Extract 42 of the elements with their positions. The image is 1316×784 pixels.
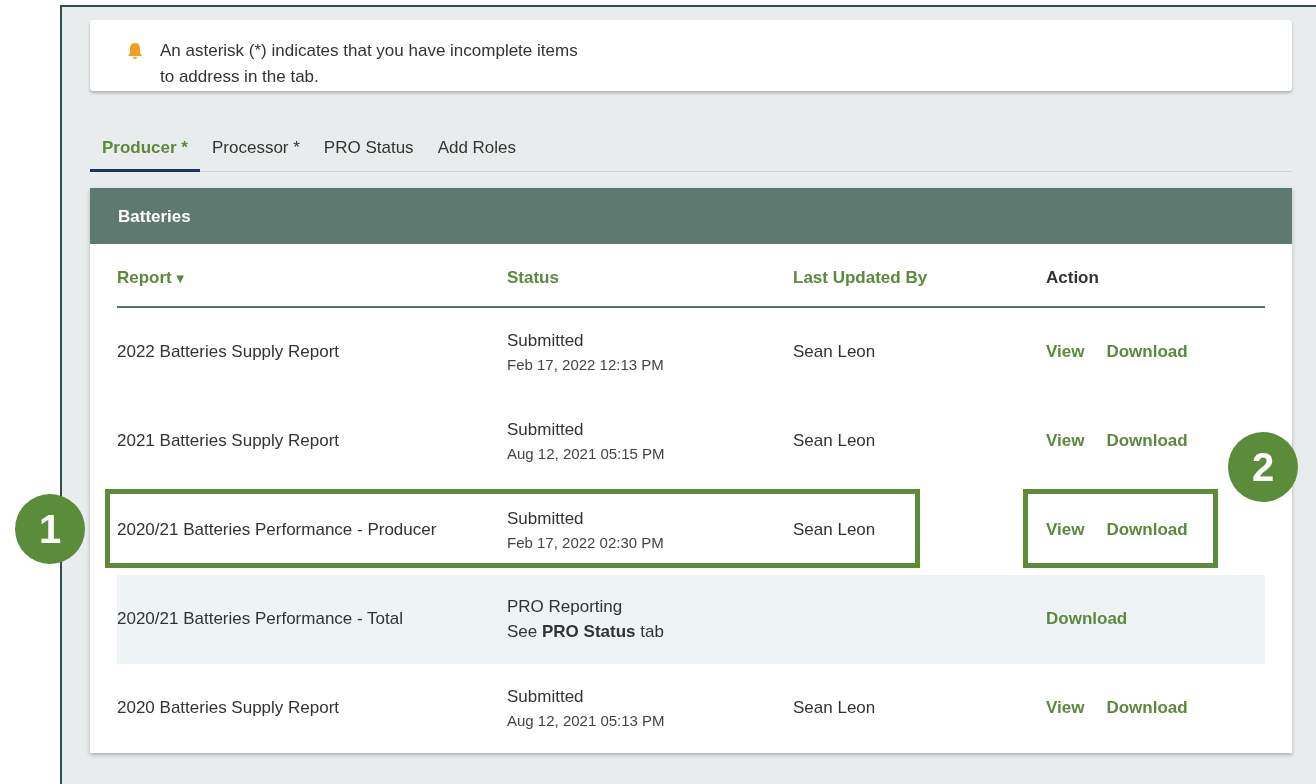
sort-arrow[interactable]: ▼ [173, 270, 187, 286]
status-text: Submitted [507, 330, 585, 352]
status-date: Aug 12, 2021 05:13 PM [507, 710, 666, 731]
status-text: Submitted [507, 508, 585, 530]
column-label: Action [1046, 267, 1099, 287]
column-header[interactable]: Status [507, 267, 559, 287]
action-link[interactable]: View [1046, 695, 1085, 721]
table-cell-text: Sean Leon [793, 519, 877, 542]
status-text: PRO Reporting [507, 595, 624, 618]
status-text: Submitted [507, 419, 585, 441]
action-link[interactable]: Download [1106, 428, 1188, 454]
table-cell-text: Sean Leon [793, 430, 877, 453]
action-link[interactable]: Download [1046, 606, 1128, 632]
callout-badge: 1 [15, 493, 85, 564]
notice-text: An asterisk (*) indicates that you have incomplete items to address in the tab. [160, 40, 579, 88]
status-text: Submitted [507, 686, 585, 708]
tab[interactable]: Processor * [200, 131, 312, 172]
action-link[interactable]: View [1046, 517, 1085, 543]
status-date: Feb 17, 2022 12:13 PM [507, 354, 665, 375]
column-header[interactable]: Report [117, 267, 172, 287]
table-cell-text: 2021 Batteries Supply Report [117, 430, 341, 453]
tab[interactable]: Add Roles [425, 131, 529, 172]
callout-badge: 2 [1228, 431, 1298, 502]
table-cell-text: Sean Leon [793, 697, 877, 720]
status-note: See PRO Status tab [507, 621, 665, 643]
bell-icon [126, 42, 144, 60]
column-header[interactable]: Last Updated By [793, 267, 928, 287]
action-link[interactable]: View [1046, 339, 1085, 365]
action-link[interactable]: Download [1106, 695, 1188, 721]
action-link[interactable]: View [1046, 428, 1085, 454]
table-cell-text: 2020/21 Batteries Performance - Total [117, 608, 404, 631]
tab[interactable]: Producer * [90, 131, 200, 172]
action-link[interactable]: Download [1106, 517, 1188, 543]
table-cell-text: 2020 Batteries Supply Report [117, 697, 341, 720]
status-date: Feb 17, 2022 02:30 PM [507, 532, 665, 553]
status-date: Aug 12, 2021 05:15 PM [507, 443, 666, 464]
table-cell-text: 2020/21 Batteries Performance - Producer [117, 519, 438, 542]
table-cell-text: Sean Leon [793, 341, 877, 364]
tab[interactable]: PRO Status [311, 131, 426, 172]
section-title: Batteries [90, 187, 1292, 244]
action-link[interactable]: Download [1106, 339, 1188, 365]
table-cell-text: 2022 Batteries Supply Report [117, 341, 341, 364]
